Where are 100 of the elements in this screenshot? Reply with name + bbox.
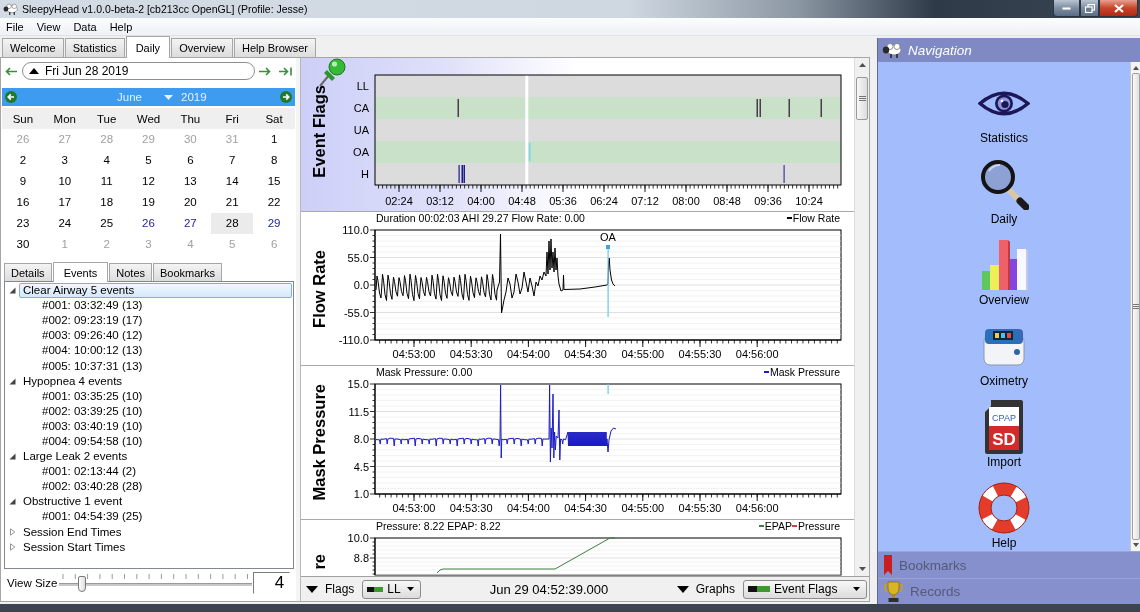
navigation-item[interactable]: CPAP SD Import — [984, 400, 1024, 469]
tree-item[interactable]: #004: 09:54:58 (10) — [38, 434, 147, 449]
event-flag-mark[interactable] — [457, 99, 459, 117]
tree-item[interactable]: Session Start Times — [19, 539, 130, 555]
tree-item[interactable]: #003: 03:40:19 (10) — [38, 418, 147, 434]
dropdown-triangle-icon[interactable] — [306, 585, 318, 593]
expanded-triangle-icon[interactable] — [9, 453, 16, 461]
event-flag-mark[interactable] — [788, 99, 790, 117]
calendar-day[interactable]: 24 — [56, 216, 74, 231]
calendar-day[interactable]: 22 — [265, 195, 283, 210]
calendar-day[interactable]: 14 — [223, 174, 241, 189]
date-selector[interactable]: Fri Jun 28 2019 — [22, 62, 255, 80]
tree-item[interactable]: Clear Airway 5 events — [19, 283, 292, 299]
tree-item[interactable]: #005: 10:37:31 (13) — [38, 358, 147, 374]
calendar-day[interactable]: 7 — [227, 153, 238, 168]
graphs-dropdown[interactable]: Event Flags — [743, 579, 867, 599]
flags-dropdown[interactable]: LL — [362, 579, 422, 599]
position-marker-line[interactable] — [525, 75, 529, 185]
scroll-down-arrow-icon[interactable] — [1132, 543, 1139, 547]
calendar-day[interactable]: 11 — [98, 174, 115, 189]
tab[interactable]: Daily — [125, 36, 171, 58]
tree-item[interactable]: #002: 03:40:28 (28) — [38, 479, 147, 495]
calendar-day[interactable]: 25 — [98, 216, 116, 231]
navigation-item[interactable]: Statistics — [978, 76, 1030, 145]
right-arrow-circle-icon[interactable] — [280, 91, 292, 103]
tree-item[interactable]: #001: 03:32:49 (13) — [38, 298, 147, 314]
minimize-button[interactable] — [1053, 0, 1080, 17]
calendar-day[interactable]: 9 — [17, 174, 29, 189]
restore-button[interactable] — [1080, 0, 1099, 17]
calendar-day[interactable]: 10 — [56, 174, 74, 189]
scrollbar-thumb[interactable] — [856, 77, 868, 120]
calendar-day[interactable]: 1 — [268, 132, 280, 147]
calendar-day[interactable]: 21 — [223, 195, 241, 210]
vertical-scrollbar[interactable] — [854, 58, 869, 576]
tree-item[interactable]: #004: 10:00:12 (13) — [38, 343, 147, 359]
calendar-day[interactable]: 28 — [211, 213, 254, 234]
calendar-day[interactable]: 16 — [14, 195, 32, 210]
tab[interactable]: Help Browser — [233, 38, 316, 57]
calendar-day[interactable]: 5 — [143, 153, 154, 168]
collapsed-triangle-icon[interactable] — [9, 528, 16, 537]
event-flag-mark[interactable] — [756, 99, 758, 117]
view-size-slider[interactable] — [59, 573, 253, 593]
scroll-up-arrow-icon[interactable] — [858, 63, 866, 67]
calendar-day[interactable]: 18 — [98, 195, 116, 210]
calendar-day[interactable]: 19 — [140, 195, 157, 210]
calendar-day[interactable]: 6 — [185, 153, 196, 168]
scroll-up-arrow-icon[interactable] — [1132, 66, 1139, 70]
left-arrow-circle-icon[interactable] — [5, 91, 17, 103]
menu-item[interactable]: Help — [109, 20, 133, 33]
right-arrow-bar-icon[interactable] — [279, 66, 292, 76]
calendar-day[interactable]: 2 — [17, 153, 29, 168]
expanded-triangle-icon[interactable] — [9, 377, 16, 385]
slider-thumb[interactable] — [77, 576, 86, 592]
event-marker-line[interactable] — [607, 384, 609, 394]
calendar-day[interactable]: 30 — [14, 237, 32, 252]
tab[interactable]: Events — [52, 262, 109, 282]
tree-item[interactable]: Hypopnea 4 events — [19, 373, 127, 389]
calendar-day[interactable]: 15 — [265, 174, 283, 189]
collapsed-triangle-icon[interactable] — [9, 543, 16, 552]
calendar-day[interactable]: 8 — [268, 153, 280, 168]
tree-item[interactable]: #003: 09:26:40 (12) — [38, 328, 147, 344]
tree-item[interactable]: #001: 02:13:44 (2) — [38, 464, 140, 480]
calendar-day[interactable]: 23 — [14, 216, 32, 231]
calendar-day[interactable]: 17 — [56, 195, 74, 210]
expanded-triangle-icon[interactable] — [9, 498, 16, 506]
tree-item[interactable]: #002: 03:39:25 (10) — [38, 403, 147, 419]
tree-item[interactable]: #001: 03:35:25 (10) — [38, 388, 147, 404]
menu-item[interactable]: Data — [73, 20, 97, 33]
calendar-day[interactable]: 27 — [181, 216, 199, 231]
calendar-day[interactable]: 29 — [265, 216, 283, 231]
expanded-triangle-icon[interactable] — [9, 287, 16, 295]
calendar-day[interactable]: 4 — [101, 153, 112, 168]
dropdown-triangle-icon[interactable] — [676, 585, 689, 593]
event-flag-mark[interactable] — [820, 99, 822, 117]
calendar-day[interactable]: 20 — [181, 195, 199, 210]
tab[interactable]: Details — [4, 263, 52, 281]
tab[interactable]: Bookmarks — [153, 263, 223, 281]
left-arrow-icon[interactable] — [5, 66, 17, 76]
navigation-item[interactable]: Daily — [979, 157, 1029, 226]
navigation-item[interactable]: Help — [978, 481, 1030, 550]
pushpin-icon[interactable] — [318, 58, 346, 87]
menu-item[interactable]: View — [36, 20, 61, 33]
tab[interactable]: Welcome — [2, 38, 64, 57]
scroll-down-arrow-icon[interactable] — [858, 567, 866, 571]
navigation-item[interactable]: Oximetry — [980, 319, 1028, 388]
calendar-day[interactable]: 12 — [140, 174, 157, 189]
tree-item[interactable]: Obstructive 1 event — [19, 494, 127, 510]
tree-item[interactable]: Session End Times — [19, 524, 126, 540]
navigation-item[interactable]: Overview — [979, 238, 1029, 307]
right-arrow-icon[interactable] — [259, 66, 271, 76]
tab[interactable]: Statistics — [64, 38, 125, 57]
tree-item[interactable]: #001: 04:54:39 (25) — [38, 509, 147, 525]
calendar-day[interactable]: 3 — [59, 153, 70, 168]
tab[interactable]: Overview — [171, 38, 233, 57]
tab[interactable]: Notes — [109, 263, 152, 281]
event-marker-line[interactable] — [606, 245, 610, 317]
menu-item[interactable]: File — [6, 20, 24, 33]
tree-item[interactable]: #002: 09:23:19 (17) — [38, 313, 147, 329]
tree-item[interactable]: Large Leak 2 events — [19, 449, 132, 465]
calendar-day[interactable]: 13 — [181, 174, 199, 189]
